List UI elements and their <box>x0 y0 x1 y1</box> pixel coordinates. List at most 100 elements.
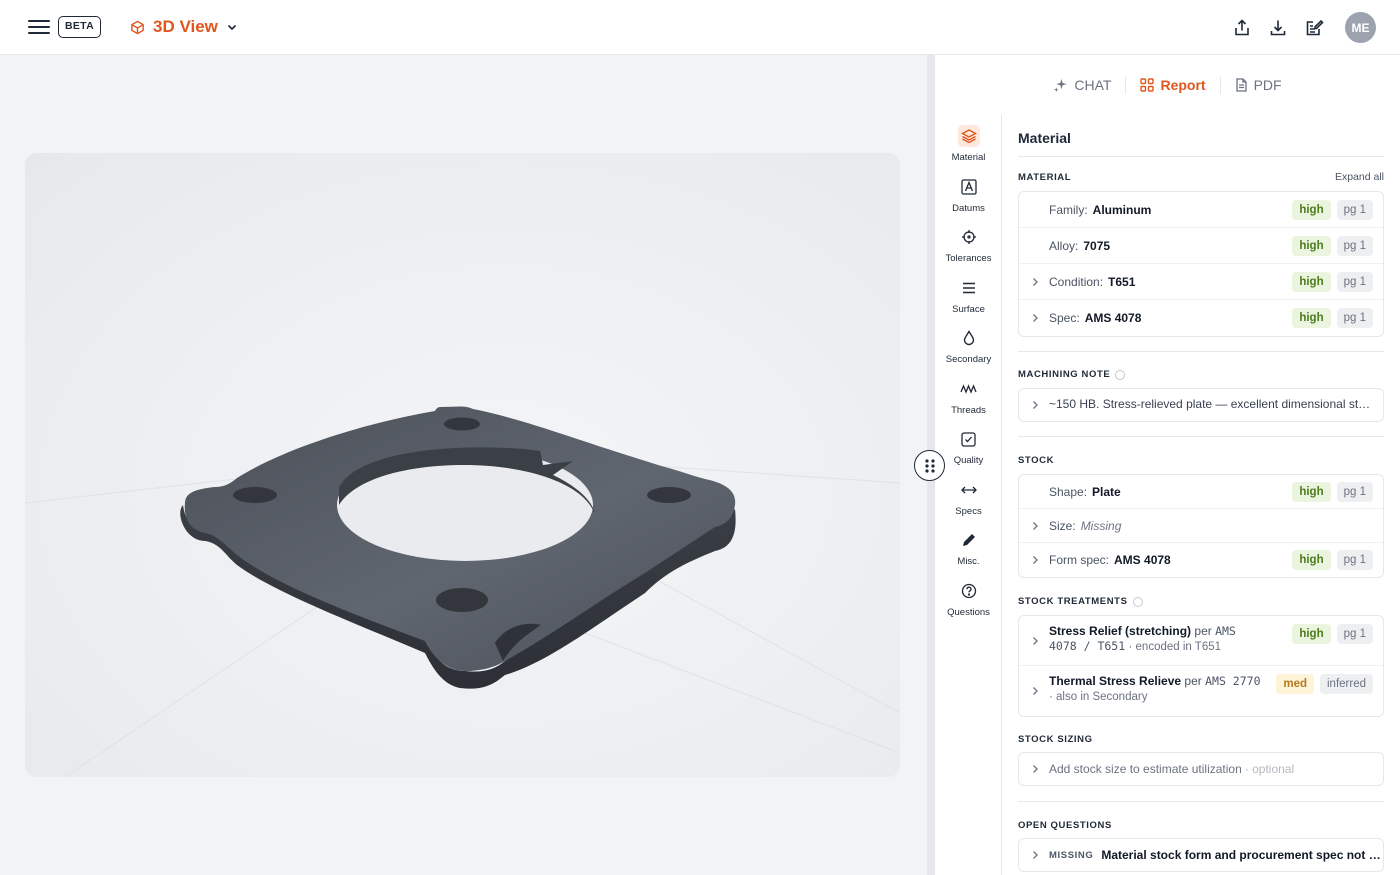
machining-note-card: ~150 HB. Stress-relieved plate — excelle… <box>1018 388 1384 422</box>
page-badge[interactable]: pg 1 <box>1336 481 1373 502</box>
question-row[interactable]: MISSING Material stock form and procurem… <box>1019 839 1383 871</box>
bolt-hole <box>647 487 691 503</box>
table-row: Family: Aluminum high pg 1 <box>1019 192 1383 228</box>
page-badge[interactable]: pg 1 <box>1336 308 1373 328</box>
page-badge[interactable]: pg 1 <box>1336 235 1373 256</box>
view-selector-label: 3D View <box>153 17 218 36</box>
stock-treatments-card: Stress Relief (stretching) per AMS 4078 … <box>1018 615 1384 717</box>
group-label-text: MACHINING NOTE <box>1018 369 1111 380</box>
chevron-right-icon[interactable] <box>1031 555 1039 565</box>
datum-a-icon <box>958 176 980 198</box>
tab-report[interactable]: Report <box>1126 75 1219 95</box>
section-nav: Material Datums Tolerances Surface Secon… <box>935 115 1002 875</box>
avatar[interactable]: ME <box>1345 12 1376 43</box>
table-row[interactable]: Spec: AMS 4078 high pg 1 <box>1019 300 1383 336</box>
treatment-name: Thermal Stress Relieve <box>1049 674 1182 688</box>
tab-chat[interactable]: CHAT <box>1039 75 1125 95</box>
page-badge[interactable]: pg 1 <box>1336 199 1373 220</box>
zigzag-icon <box>958 378 980 400</box>
confidence-badge: high <box>1292 271 1331 292</box>
nav-secondary[interactable]: Secondary <box>935 327 1002 377</box>
chevron-right-icon[interactable] <box>1031 764 1039 774</box>
treatment-note: · also in Secondary <box>1049 691 1148 703</box>
tab-pdf[interactable]: PDF <box>1221 75 1296 95</box>
treatment-per: per <box>1194 624 1212 638</box>
group-label-text: OPEN QUESTIONS <box>1018 820 1112 831</box>
bolt-hole <box>444 417 480 431</box>
page-badge[interactable]: pg 1 <box>1336 271 1373 292</box>
panel-tabs: CHAT Report PDF <box>935 55 1400 115</box>
row-value: AMS 4078 <box>1084 311 1142 325</box>
report-panel: CHAT Report PDF Material Datums Toleranc… <box>935 55 1400 875</box>
chevron-right-icon[interactable] <box>1031 521 1039 531</box>
missing-tag: MISSING <box>1049 849 1094 861</box>
table-row[interactable]: Thermal Stress Relieve per AMS 2770 · al… <box>1019 666 1383 716</box>
report-content: Material MATERIAL Expand all Family: Alu… <box>1018 115 1384 875</box>
table-row: Shape: Plate high pg 1 <box>1019 475 1383 509</box>
table-row[interactable]: Form spec: AMS 4078 high pg 1 <box>1019 543 1383 577</box>
tab-chat-label: CHAT <box>1074 77 1112 93</box>
download-icon[interactable] <box>1267 17 1289 39</box>
nav-surface[interactable]: Surface <box>935 277 1002 327</box>
machining-note-row[interactable]: ~150 HB. Stress-relieved plate — excelle… <box>1019 389 1383 421</box>
nav-material[interactable]: Material <box>935 125 1002 175</box>
nav-label: Misc. <box>957 556 980 567</box>
sparkle-icon <box>1054 78 1067 92</box>
nav-threads[interactable]: Threads <box>935 378 1002 428</box>
page-badge: inferred <box>1320 674 1373 694</box>
view-selector[interactable]: 3D View <box>130 14 238 40</box>
table-row[interactable]: Stress Relief (stretching) per AMS 4078 … <box>1019 616 1383 666</box>
nav-label: Tolerances <box>945 253 992 264</box>
edit-note-icon[interactable] <box>1303 17 1325 39</box>
nav-quality[interactable]: Quality <box>935 428 1002 478</box>
chevron-right-icon[interactable] <box>1031 636 1039 646</box>
chevron-right-icon[interactable] <box>1031 313 1039 323</box>
checkbox-icon <box>958 428 980 450</box>
document-icon <box>1235 78 1247 92</box>
treatment-per: per <box>1184 674 1202 688</box>
chevron-right-icon[interactable] <box>1031 686 1039 696</box>
group-label-text: STOCK TREATMENTS <box>1018 596 1128 607</box>
share-icon[interactable] <box>1231 17 1253 39</box>
page-badge[interactable]: pg 1 <box>1336 624 1373 644</box>
3d-viewer[interactable] <box>25 153 900 777</box>
confidence-badge: med <box>1276 674 1314 694</box>
treatment-note: · encoded in T651 <box>1128 641 1222 653</box>
group-label-text: MATERIAL <box>1018 172 1072 183</box>
nav-specs[interactable]: Specs <box>935 479 1002 529</box>
table-row[interactable]: Condition: T651 high pg 1 <box>1019 264 1383 300</box>
drag-handle-icon[interactable] <box>914 450 945 481</box>
divider <box>1018 801 1384 802</box>
question-circle-icon <box>958 580 980 602</box>
material-card: Family: Aluminum high pg 1 Alloy: 7075 hi… <box>1018 191 1384 337</box>
row-key: Family: <box>1049 202 1088 217</box>
confidence-badge: high <box>1292 624 1331 644</box>
treatment-name: Stress Relief (stretching) <box>1049 624 1192 638</box>
confidence-badge: high <box>1292 481 1331 502</box>
nav-label: Secondary <box>945 354 992 365</box>
expand-all-link[interactable]: Expand all <box>1335 171 1384 183</box>
info-icon[interactable] <box>1132 596 1143 607</box>
group-label-open-questions: OPEN QUESTIONS <box>1018 820 1112 831</box>
page-title: Material <box>1018 130 1071 146</box>
nav-tolerances[interactable]: Tolerances <box>935 226 1002 276</box>
row-key: Spec: <box>1049 311 1080 325</box>
page-badge[interactable]: pg 1 <box>1336 550 1373 570</box>
top-bar: BETA 3D View ME <box>0 0 1400 55</box>
nav-label: Quality <box>953 455 984 466</box>
nav-misc[interactable]: Misc. <box>935 529 1002 579</box>
nav-datums[interactable]: Datums <box>935 176 1002 226</box>
chevron-right-icon[interactable] <box>1031 277 1039 287</box>
group-label-machining-note: MACHINING NOTE <box>1018 369 1126 380</box>
chevron-right-icon[interactable] <box>1031 850 1039 860</box>
stock-sizing-hint: Add stock size to estimate utilization <box>1049 762 1242 776</box>
chevron-right-icon[interactable] <box>1031 400 1039 410</box>
nav-questions[interactable]: Questions <box>935 580 1002 630</box>
beta-badge: BETA <box>58 16 102 38</box>
info-icon[interactable] <box>1115 369 1126 380</box>
machining-note-text: ~150 HB. Stress-relieved plate — excelle… <box>1049 397 1383 411</box>
stock-sizing-card: Add stock size to estimate utilization ·… <box>1018 752 1384 786</box>
table-row[interactable]: Size: Missing <box>1019 509 1383 543</box>
hamburger-icon[interactable] <box>28 16 50 38</box>
add-stock-size-row[interactable]: Add stock size to estimate utilization ·… <box>1019 753 1383 785</box>
